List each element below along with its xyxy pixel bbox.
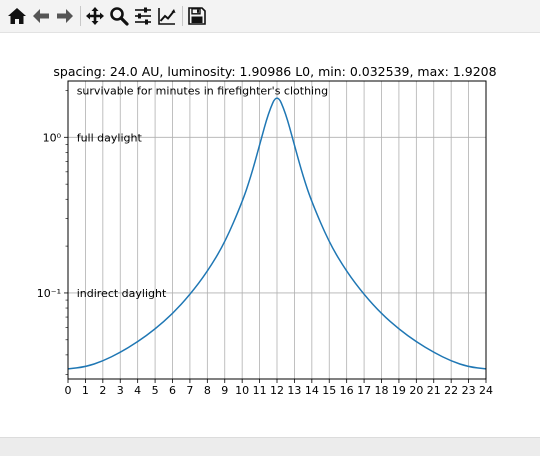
x-tick-label: 19 <box>392 384 406 397</box>
x-tick-label: 16 <box>340 384 354 397</box>
move-icon <box>86 7 104 25</box>
x-tick-label: 13 <box>287 384 301 397</box>
save-button[interactable] <box>186 5 208 27</box>
zoom-button[interactable] <box>108 5 130 27</box>
pan-button[interactable] <box>84 5 106 27</box>
x-tick-label: 10 <box>235 384 249 397</box>
figure-canvas[interactable]: spacing: 24.0 AU, luminosity: 1.90986 L0… <box>0 33 540 437</box>
x-tick-label: 15 <box>322 384 336 397</box>
x-tick-label: 14 <box>305 384 319 397</box>
floppy-disk-icon <box>188 7 206 25</box>
magnifier-icon <box>110 7 129 26</box>
annotation-label: indirect daylight <box>77 287 167 300</box>
home-icon <box>8 8 26 24</box>
chart-title: spacing: 24.0 AU, luminosity: 1.90986 L0… <box>53 64 496 79</box>
annotation-label: full daylight <box>77 131 143 144</box>
configure-subplots-button[interactable] <box>132 5 154 27</box>
x-tick-label: 3 <box>117 384 124 397</box>
x-tick-label: 5 <box>152 384 159 397</box>
y-tick-label: 10⁻¹ <box>37 287 61 300</box>
x-tick-label: 8 <box>204 384 211 397</box>
x-tick-label: 24 <box>479 384 493 397</box>
y-tick-label: 10⁰ <box>43 131 62 144</box>
x-tick-label: 20 <box>409 384 423 397</box>
x-tick-label: 4 <box>134 384 141 397</box>
x-tick-label: 2 <box>99 384 106 397</box>
x-tick-label: 1 <box>82 384 89 397</box>
x-tick-label: 17 <box>357 384 371 397</box>
x-tick-label: 12 <box>270 384 284 397</box>
x-tick-label: 18 <box>375 384 389 397</box>
status-bar <box>0 437 540 456</box>
x-tick-label: 0 <box>65 384 72 397</box>
arrow-left-icon <box>33 9 49 23</box>
line-chart-icon <box>158 8 176 25</box>
x-tick-label: 7 <box>186 384 193 397</box>
back-button[interactable] <box>30 5 52 27</box>
home-button[interactable] <box>6 5 28 27</box>
annotation-label: survivable for minutes in firefighter's … <box>77 84 328 97</box>
x-tick-label: 21 <box>427 384 441 397</box>
arrow-right-icon <box>57 9 73 23</box>
forward-button[interactable] <box>54 5 76 27</box>
x-tick-label: 23 <box>462 384 476 397</box>
edit-axis-button[interactable] <box>156 5 178 27</box>
sliders-icon <box>135 7 151 25</box>
x-tick-label: 22 <box>444 384 458 397</box>
toolbar <box>0 0 540 33</box>
x-tick-label: 6 <box>169 384 176 397</box>
x-tick-label: 11 <box>253 384 267 397</box>
toolbar-separator <box>182 6 183 26</box>
x-tick-label: 9 <box>221 384 228 397</box>
toolbar-separator <box>80 6 81 26</box>
